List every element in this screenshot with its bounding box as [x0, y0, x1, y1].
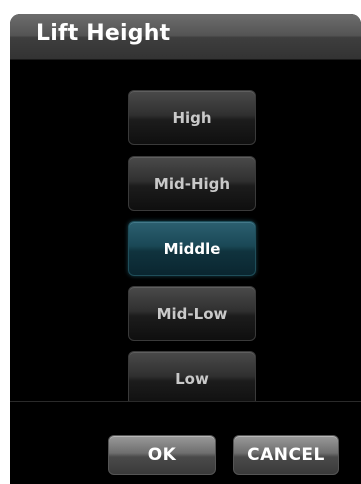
ok-button[interactable]: OK	[108, 435, 216, 475]
dialog-title: Lift Height	[36, 21, 171, 46]
cancel-button[interactable]: CANCEL	[233, 435, 339, 475]
dialog-title-bar: Lift Height	[10, 14, 361, 60]
dialog-footer: OK CANCEL	[10, 402, 361, 484]
lift-height-options: High Mid-High Middle Mid-Low Low	[10, 60, 361, 406]
option-high-button[interactable]: High	[128, 90, 256, 145]
option-mid-low-button[interactable]: Mid-Low	[128, 286, 256, 341]
option-mid-high-button[interactable]: Mid-High	[128, 156, 256, 211]
lift-height-dialog: Lift Height High Mid-High Middle Mid-Low…	[10, 14, 361, 484]
option-middle-button[interactable]: Middle	[128, 221, 256, 276]
option-low-button[interactable]: Low	[128, 351, 256, 406]
